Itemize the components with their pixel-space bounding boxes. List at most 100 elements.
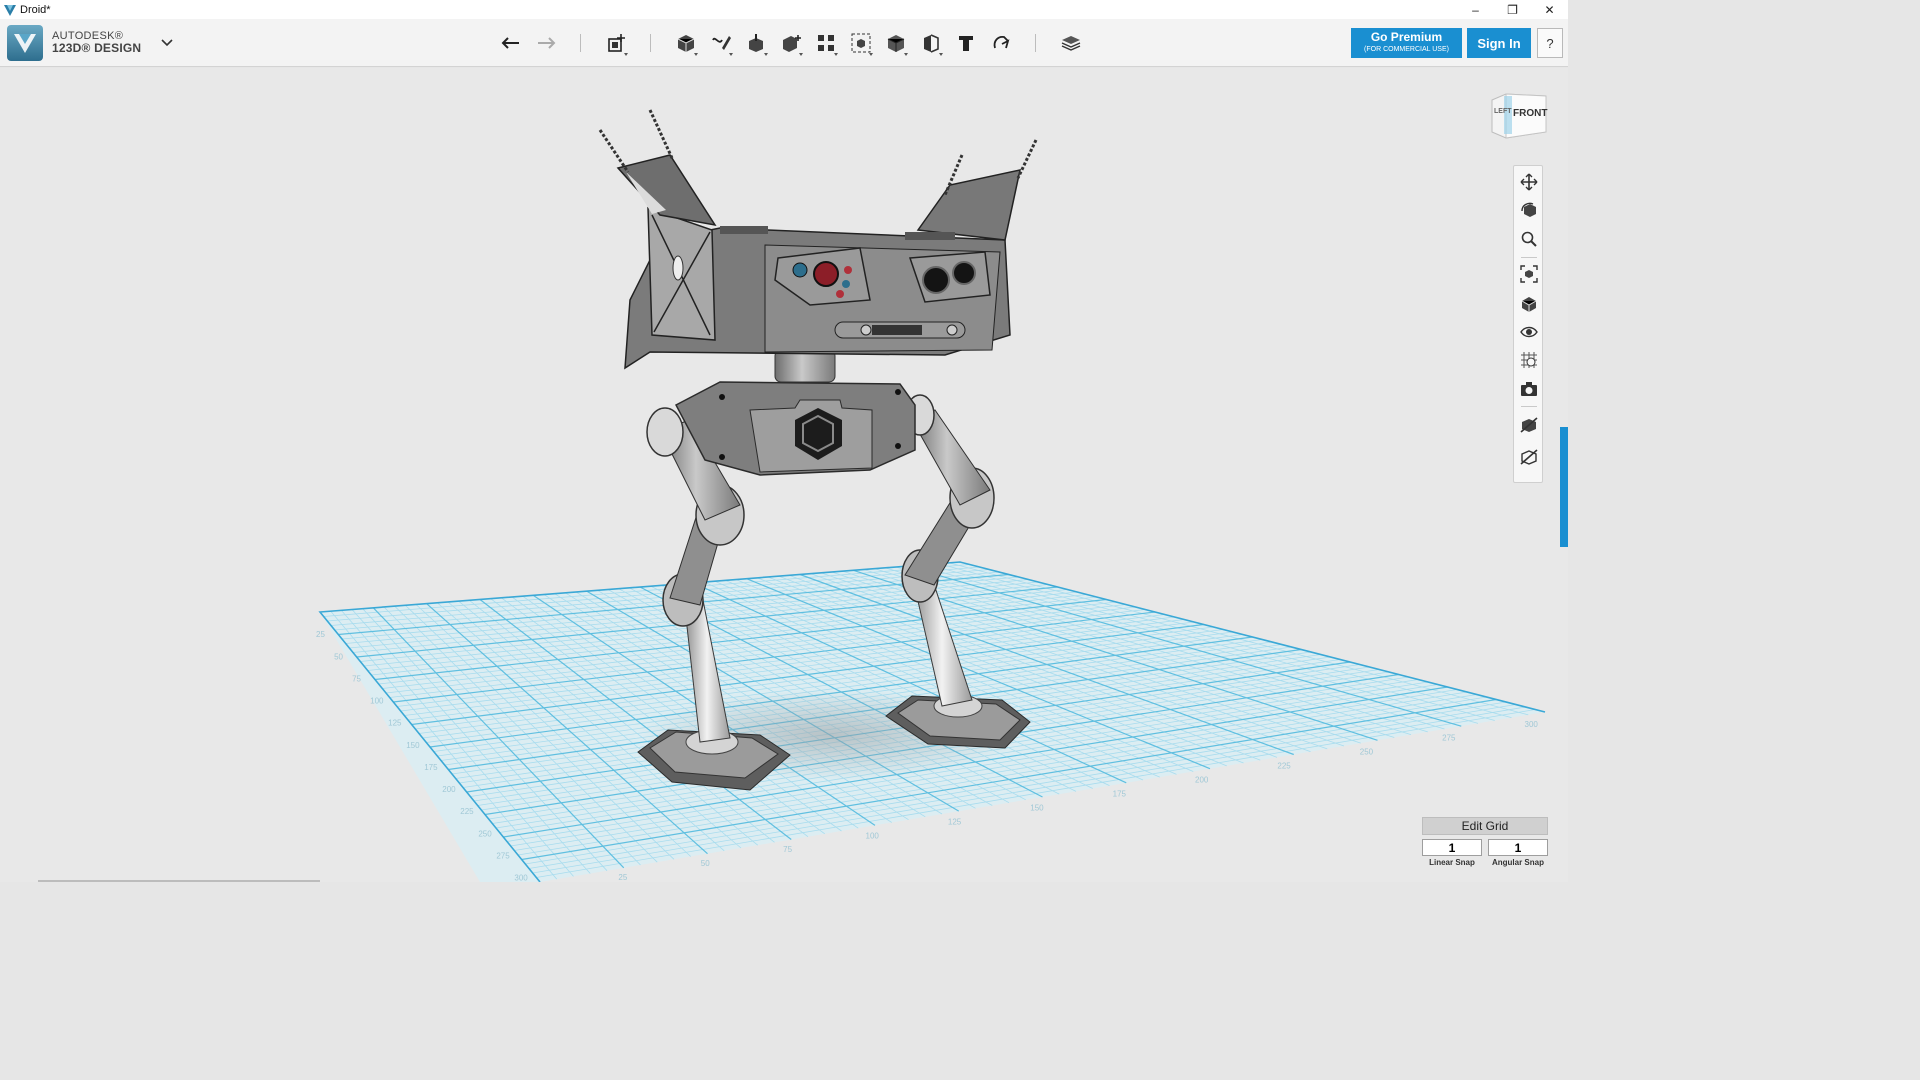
- go-premium-button[interactable]: Go Premium (FOR COMMERCIAL USE): [1351, 28, 1462, 58]
- sketch-button[interactable]: [703, 27, 738, 59]
- side-panel-tab[interactable]: [1560, 427, 1568, 547]
- combine-button[interactable]: [878, 27, 913, 59]
- view-cube-front-label: FRONT: [1513, 108, 1548, 119]
- grid-tick-label-bottom: 175: [1113, 789, 1127, 798]
- sketch-icon: [711, 36, 731, 50]
- grid-visibility-icon: [1521, 352, 1537, 368]
- grid-settings-panel: Edit Grid Linear Snap Angular Snap: [1422, 817, 1548, 873]
- toolbar-divider: [580, 34, 581, 52]
- grid-tick-label-bottom: 275: [1442, 734, 1456, 743]
- modify-button[interactable]: [773, 27, 808, 59]
- construct-icon: [748, 34, 763, 52]
- grid-tick-label-bottom: 50: [701, 859, 710, 868]
- snap-button[interactable]: [983, 27, 1018, 59]
- window-title: Droid*: [20, 3, 51, 16]
- grid-visibility-button[interactable]: [1518, 349, 1540, 371]
- pan-button[interactable]: [1518, 171, 1540, 193]
- linear-snap-input[interactable]: [1422, 839, 1482, 856]
- text-button[interactable]: [948, 27, 983, 59]
- fit-icon: [1520, 265, 1538, 283]
- angular-snap-input[interactable]: [1488, 839, 1548, 856]
- main-toolbar: AUTODESK® 123D® DESIGN Go Premium (FOR C…: [0, 19, 1568, 67]
- minimize-button[interactable]: –: [1457, 0, 1494, 19]
- brand-text: AUTODESK® 123D® DESIGN: [52, 30, 141, 54]
- close-button[interactable]: ✕: [1531, 0, 1568, 19]
- app-logo-icon: [4, 4, 16, 16]
- modify-icon: [782, 35, 801, 52]
- orbit-icon: [1521, 202, 1536, 217]
- grid-tick-label-left: 250: [478, 829, 492, 838]
- redo-button[interactable]: [528, 27, 563, 59]
- sign-in-button[interactable]: Sign In: [1467, 28, 1531, 58]
- combine-icon: [887, 35, 904, 52]
- tool-strip: [493, 27, 1088, 59]
- material-button[interactable]: [1053, 27, 1088, 59]
- viewport-3d[interactable]: 25 50 75 100 125 150 175 200 225 250 275 300 25 50 75 1…: [0, 68, 1568, 882]
- pattern-button[interactable]: [808, 27, 843, 59]
- brand-line2: 123D® DESIGN: [52, 41, 142, 55]
- restore-button[interactable]: ❐: [1494, 0, 1531, 19]
- grid-tick-label-bottom: 300: [1525, 720, 1539, 729]
- zoom-button[interactable]: [1518, 228, 1540, 250]
- app-logo[interactable]: [7, 25, 43, 61]
- grid-tick-label-bottom: 250: [1360, 748, 1374, 757]
- outline-button[interactable]: [1518, 446, 1540, 468]
- grid-tick-label-left: 100: [370, 697, 384, 706]
- nav-divider: [1521, 257, 1537, 258]
- window-titlebar: Droid* – ❐ ✕: [0, 0, 1568, 19]
- orbit-button[interactable]: [1518, 199, 1540, 221]
- view-cube-side-label: LEFT: [1494, 108, 1512, 115]
- materials-button[interactable]: [1518, 414, 1540, 436]
- fit-button[interactable]: [1518, 263, 1540, 285]
- measure-button[interactable]: [913, 27, 948, 59]
- grid-tick-label-left: 75: [352, 674, 361, 683]
- measure-icon: [923, 34, 939, 53]
- toolbar-divider: [1035, 34, 1036, 52]
- help-button[interactable]: ?: [1537, 28, 1563, 58]
- visibility-button[interactable]: [1518, 321, 1540, 343]
- primitives-icon: [677, 35, 694, 52]
- navigation-bar: [1513, 165, 1543, 483]
- primitives-button[interactable]: [668, 27, 703, 59]
- pattern-icon: [817, 35, 834, 51]
- linear-snap-label: Linear Snap: [1429, 858, 1475, 867]
- grid-tick-label-left: 275: [496, 851, 510, 860]
- redo-icon: [537, 37, 555, 49]
- pan-icon: [1520, 173, 1538, 191]
- grid-tick-label-bottom: 150: [1030, 803, 1044, 812]
- transform-button[interactable]: [598, 27, 633, 59]
- group-button[interactable]: [843, 27, 878, 59]
- camera-button[interactable]: [1518, 378, 1540, 400]
- transform-icon: [607, 34, 625, 52]
- text-icon: [958, 36, 973, 51]
- grid-tick-label-left: 25: [316, 630, 325, 639]
- group-icon: [851, 33, 870, 53]
- view-cube[interactable]: LEFT FRONT: [1490, 92, 1548, 140]
- material-icon: [1061, 36, 1080, 51]
- grid-tick-label-left: 150: [406, 741, 420, 750]
- construct-button[interactable]: [738, 27, 773, 59]
- edit-grid-button[interactable]: Edit Grid: [1422, 817, 1548, 835]
- torso: [674, 381, 916, 476]
- head: [598, 109, 1038, 370]
- neck: [774, 349, 836, 383]
- grid-tick-label-bottom: 75: [783, 845, 792, 854]
- scene-canvas[interactable]: 25 50 75 100 125 150 175 200 225 250 275 300 25 50 75 1…: [0, 68, 1568, 882]
- grid-tick-label-bottom: 200: [1195, 776, 1209, 785]
- horizontal-scrollbar[interactable]: [38, 880, 320, 882]
- toolbar-divider: [650, 34, 651, 52]
- go-premium-sublabel: (FOR COMMERCIAL USE): [1364, 46, 1449, 53]
- undo-icon: [501, 37, 519, 49]
- go-premium-label: Go Premium: [1370, 30, 1443, 44]
- grid-tick-label-bottom: 125: [948, 817, 962, 826]
- autodesk-logo-icon: [14, 34, 36, 53]
- materials-icon: [1520, 417, 1538, 433]
- snap-icon: [993, 35, 1009, 49]
- grid-tick-label-left: 300: [514, 874, 528, 882]
- grid-tick-label-bottom: 225: [1277, 762, 1291, 771]
- zoom-icon: [1521, 231, 1537, 247]
- app-menu-button[interactable]: [158, 34, 176, 52]
- chevron-down-icon: [161, 39, 173, 47]
- views-button[interactable]: [1518, 293, 1540, 315]
- undo-button[interactable]: [493, 27, 528, 59]
